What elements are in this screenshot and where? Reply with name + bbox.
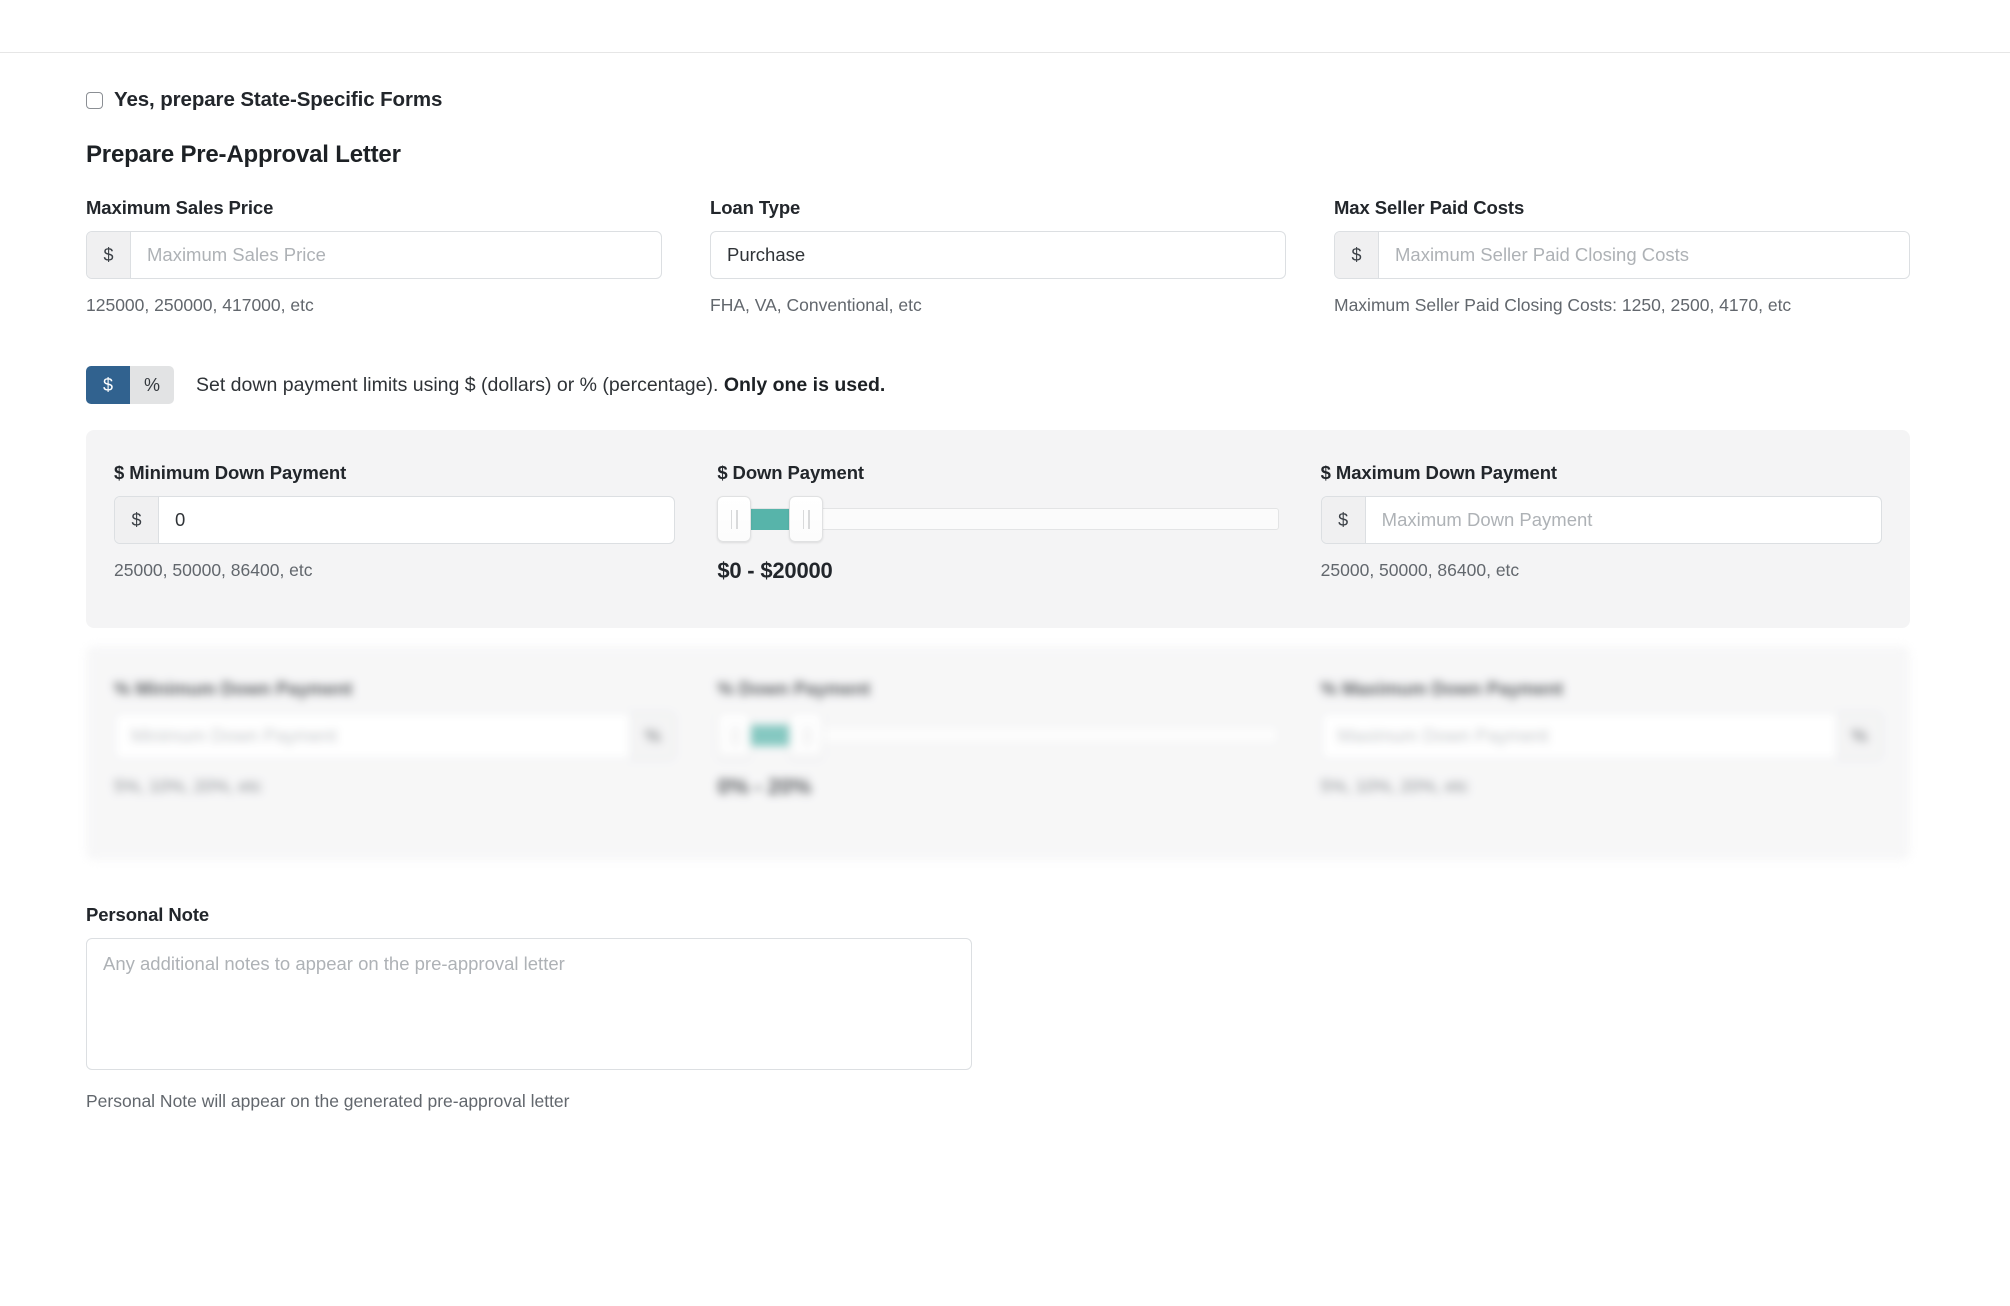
slider-handle-min[interactable] bbox=[717, 712, 751, 758]
loan-type-input[interactable] bbox=[711, 232, 1285, 278]
down-payment-mode-toggle[interactable]: $ % bbox=[86, 366, 174, 404]
dollar-slider-range-value: $0 - $20000 bbox=[717, 558, 1278, 584]
down-payment-mode-description-emphasis: Only one is used. bbox=[724, 374, 885, 396]
grip-line-icon bbox=[808, 726, 810, 745]
max-seller-paid-costs-input[interactable] bbox=[1379, 232, 1909, 278]
percent-minimum-input[interactable] bbox=[115, 713, 630, 759]
personal-note-group: Personal Note Personal Note will appear … bbox=[86, 904, 1924, 1114]
page-title: Prepare Pre-Approval Letter bbox=[86, 141, 1924, 169]
max-sales-price-input-group[interactable]: $ bbox=[86, 231, 662, 279]
loan-type-label: Loan Type bbox=[710, 197, 1286, 219]
percent-sign-icon: % bbox=[630, 713, 674, 759]
mode-dollar-button[interactable]: $ bbox=[86, 366, 130, 404]
down-payment-mode-description: Set down payment limits using $ (dollars… bbox=[196, 374, 885, 397]
percent-sign-icon: % bbox=[1837, 713, 1881, 759]
dollar-maximum-help: 25000, 50000, 86400, etc bbox=[1321, 558, 1882, 583]
personal-note-textarea[interactable] bbox=[86, 938, 972, 1070]
dollar-down-payment-slider[interactable] bbox=[717, 496, 1278, 544]
percent-down-payment-slider[interactable] bbox=[717, 712, 1278, 760]
dollar-sign-icon: $ bbox=[1322, 497, 1366, 543]
down-payment-mode-description-text: Set down payment limits using $ (dollars… bbox=[196, 374, 724, 396]
dollar-minimum-group: $ Minimum Down Payment $ 25000, 50000, 8… bbox=[114, 462, 675, 584]
dollar-maximum-input-group[interactable]: $ bbox=[1321, 496, 1882, 544]
max-seller-paid-costs-input-group[interactable]: $ bbox=[1334, 231, 1910, 279]
grip-line-icon bbox=[808, 510, 810, 529]
grip-line-icon bbox=[736, 510, 738, 529]
grip-line-icon bbox=[731, 726, 733, 745]
dollar-minimum-label: $ Minimum Down Payment bbox=[114, 462, 675, 484]
dollar-maximum-input[interactable] bbox=[1366, 497, 1881, 543]
grip-line-icon bbox=[731, 510, 733, 529]
state-specific-forms-checkbox[interactable] bbox=[86, 92, 103, 109]
max-seller-paid-costs-group: Max Seller Paid Costs $ Maximum Seller P… bbox=[1334, 197, 1910, 318]
max-seller-paid-costs-help: Maximum Seller Paid Closing Costs: 1250,… bbox=[1334, 293, 1910, 318]
personal-note-help: Personal Note will appear on the generat… bbox=[86, 1089, 1924, 1114]
percent-slider-label: % Down Payment bbox=[717, 678, 1278, 700]
dollar-minimum-input-group[interactable]: $ bbox=[114, 496, 675, 544]
primary-fields-row: Maximum Sales Price $ 125000, 250000, 41… bbox=[86, 197, 1924, 318]
dollar-maximum-label: $ Maximum Down Payment bbox=[1321, 462, 1882, 484]
percent-minimum-input-group[interactable]: % bbox=[114, 712, 675, 760]
percent-slider-range-value: 0% - 20% bbox=[717, 774, 1278, 800]
state-specific-forms-row[interactable]: Yes, prepare State-Specific Forms bbox=[86, 88, 1924, 112]
form-content: Yes, prepare State-Specific Forms Prepar… bbox=[86, 52, 1924, 1115]
max-sales-price-input[interactable] bbox=[131, 232, 661, 278]
percent-slider-group: % Down Payment 0% - 20% bbox=[717, 678, 1278, 800]
percent-minimum-label: % Minimum Down Payment bbox=[114, 678, 675, 700]
loan-type-input-group[interactable] bbox=[710, 231, 1286, 279]
max-sales-price-help: 125000, 250000, 417000, etc bbox=[86, 293, 662, 318]
loan-type-help: FHA, VA, Conventional, etc bbox=[710, 293, 1286, 318]
percent-minimum-group: % Minimum Down Payment % 5%, 10%, 20%, e… bbox=[114, 678, 675, 800]
grip-line-icon bbox=[736, 726, 738, 745]
loan-type-group: Loan Type FHA, VA, Conventional, etc bbox=[710, 197, 1286, 318]
slider-handle-min[interactable] bbox=[717, 496, 751, 542]
percent-down-payment-panel: % Minimum Down Payment % 5%, 10%, 20%, e… bbox=[86, 646, 1910, 860]
dollar-sign-icon: $ bbox=[115, 497, 159, 543]
percent-maximum-help: 5%, 10%, 20%, etc bbox=[1321, 774, 1882, 799]
grip-line-icon bbox=[803, 726, 805, 745]
percent-maximum-label: % Maximum Down Payment bbox=[1321, 678, 1882, 700]
dollar-slider-label: $ Down Payment bbox=[717, 462, 1278, 484]
personal-note-label: Personal Note bbox=[86, 904, 1924, 926]
down-payment-mode-row: $ % Set down payment limits using $ (dol… bbox=[86, 366, 1924, 404]
dollar-minimum-input[interactable] bbox=[159, 497, 674, 543]
dollar-sign-icon: $ bbox=[1335, 232, 1379, 278]
mode-percent-button[interactable]: % bbox=[130, 366, 174, 404]
dollar-minimum-help: 25000, 50000, 86400, etc bbox=[114, 558, 675, 583]
dollar-slider-group: $ Down Payment $0 - $20000 bbox=[717, 462, 1278, 584]
page-root: Yes, prepare State-Specific Forms Prepar… bbox=[0, 0, 2010, 1306]
slider-handle-max[interactable] bbox=[789, 496, 823, 542]
grip-line-icon bbox=[803, 510, 805, 529]
percent-maximum-input-group[interactable]: % bbox=[1321, 712, 1882, 760]
state-specific-forms-label: Yes, prepare State-Specific Forms bbox=[114, 88, 442, 112]
dollar-sign-icon: $ bbox=[87, 232, 131, 278]
dollar-panel-row: $ Minimum Down Payment $ 25000, 50000, 8… bbox=[114, 462, 1882, 584]
slider-handle-max[interactable] bbox=[789, 712, 823, 758]
percent-panel-row: % Minimum Down Payment % 5%, 10%, 20%, e… bbox=[114, 678, 1882, 800]
dollar-down-payment-panel: $ Minimum Down Payment $ 25000, 50000, 8… bbox=[86, 430, 1910, 628]
max-seller-paid-costs-label: Max Seller Paid Costs bbox=[1334, 197, 1910, 219]
percent-maximum-group: % Maximum Down Payment % 5%, 10%, 20%, e… bbox=[1321, 678, 1882, 800]
percent-minimum-help: 5%, 10%, 20%, etc bbox=[114, 774, 675, 799]
max-sales-price-label: Maximum Sales Price bbox=[86, 197, 662, 219]
dollar-maximum-group: $ Maximum Down Payment $ 25000, 50000, 8… bbox=[1321, 462, 1882, 584]
percent-maximum-input[interactable] bbox=[1322, 713, 1837, 759]
max-sales-price-group: Maximum Sales Price $ 125000, 250000, 41… bbox=[86, 197, 662, 318]
